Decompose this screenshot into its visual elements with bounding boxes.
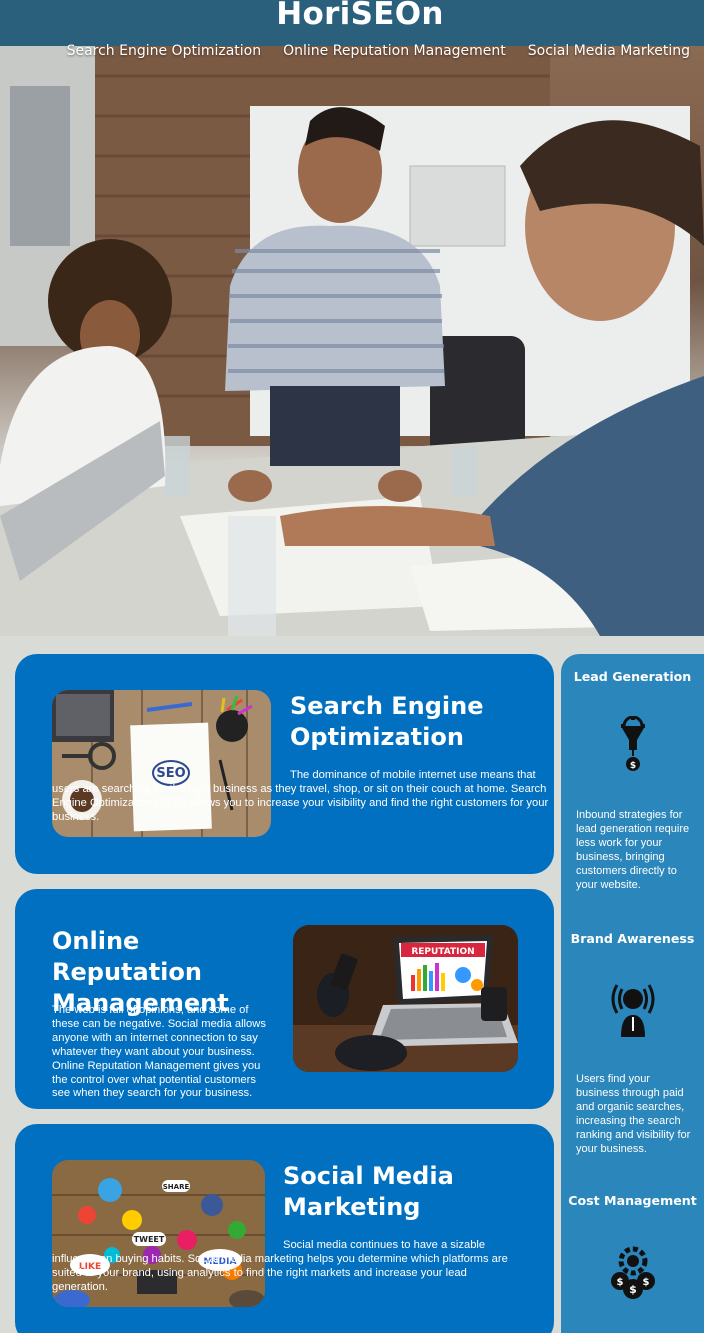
svg-text:$: $ [629,1283,637,1296]
social-section: SHARE TWEET LIKE MEDIA Social Media Mark… [15,1124,554,1333]
svg-text:$: $ [617,1277,624,1288]
hero-meeting-photo [0,46,704,636]
lead-funnel-icon: $ [607,715,659,776]
benefits-sidebar: Lead Generation $ Inbound strategies for… [561,654,704,1333]
benefit-title-cost-management: Cost Management [568,1193,697,1208]
svg-text:$: $ [643,1277,650,1288]
social-title: Social Media Marketing [283,1162,454,1221]
nav-link-social[interactable]: Social Media Marketing [528,43,690,59]
hero-image [0,46,704,636]
cost-gears-icon: $ $ $ [607,1241,659,1301]
benefit-title-lead-generation: Lead Generation [573,669,692,684]
benefit-title-brand-awareness: Brand Awareness [570,931,695,946]
seo-text: The dominance of mobile internet use mea… [52,769,549,823]
benefit-text-lead-generation: Inbound strategies for lead generation r… [576,809,690,891]
social-image-share: SHARE [163,1183,190,1191]
benefit-text-brand-awareness: Users find your business through paid an… [576,1073,691,1155]
site-header: HoriSEOn [0,0,704,46]
seo-title: Search Engine Optimization [290,692,484,751]
reputation-text: The web is full of opinions, and some of… [52,1004,502,1101]
reputation-text-body: The web is full of opinions, and some of… [52,1004,266,1100]
nav-link-reputation[interactable]: Online Reputation Management [283,43,506,59]
site-logo[interactable]: HoriSEOn [0,0,704,32]
social-text: Social media continues to have a sizable… [52,1239,508,1293]
nav-link-seo[interactable]: Search Engine Optimization [67,43,262,59]
svg-text:$: $ [630,761,636,771]
reputation-section: Online Reputation Management REPUTATION … [15,889,554,1109]
reputation-image-label: REPUTATION [411,947,474,957]
seo-section: SEO Search Engine Optimization The domin… [15,654,554,874]
brand-broadcast-icon [607,979,659,1039]
main-nav: Search Engine Optimization Online Reputa… [67,43,690,59]
